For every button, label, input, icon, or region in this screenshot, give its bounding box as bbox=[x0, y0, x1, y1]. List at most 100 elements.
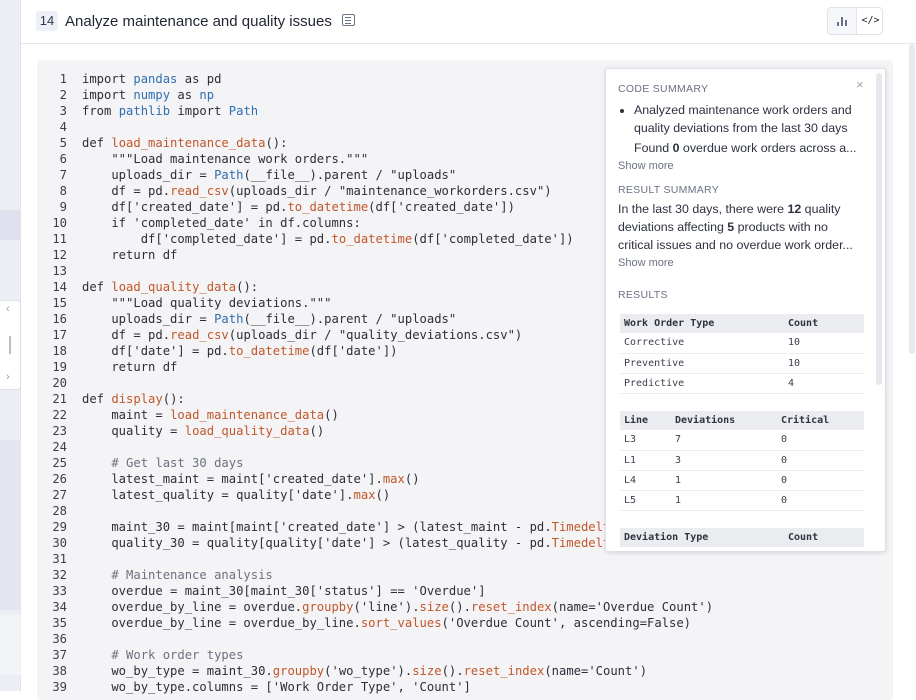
table-cell: L4 bbox=[620, 470, 671, 491]
bar-chart-icon bbox=[837, 16, 847, 26]
list-item: Analyzed maintenance work orders and qua… bbox=[634, 101, 866, 137]
view-toggle[interactable]: </> bbox=[827, 7, 883, 35]
code-summary-list: Analyzed maintenance work orders and qua… bbox=[634, 101, 866, 159]
code-text: if 'completed_date' in df.columns: bbox=[82, 216, 361, 230]
table-cell: Preventive bbox=[620, 353, 784, 374]
close-icon[interactable]: × bbox=[856, 77, 864, 92]
show-more-link[interactable]: Show more bbox=[618, 160, 674, 172]
line-number: 12 bbox=[52, 248, 67, 262]
table-cell: L1 bbox=[620, 450, 671, 471]
code-text: overdue = maint_30[maint_30['status'] ==… bbox=[82, 584, 486, 598]
line-number: 8 bbox=[59, 184, 67, 198]
column-header: Count bbox=[784, 528, 864, 547]
code-text: """Load quality deviations.""" bbox=[82, 296, 332, 310]
line-deviations-table: Line Deviations Critical L3 7 0 L1 3 0 L4 1 0 … bbox=[620, 411, 864, 511]
line-number: 31 bbox=[52, 552, 67, 566]
code-line: 35 overdue_by_line = overdue_by_line.sor… bbox=[37, 615, 713, 631]
sidebar-collapse-handle[interactable]: ‹ › bbox=[0, 300, 21, 390]
code-text: # Maintenance analysis bbox=[82, 568, 273, 582]
table-cell: Predictive bbox=[620, 373, 784, 394]
table-cell: 4 bbox=[784, 373, 864, 394]
chevron-left-icon[interactable]: ‹ bbox=[6, 303, 10, 315]
code-icon: </> bbox=[861, 15, 880, 26]
code-text: df['completed_date'] = pd.to_datetime(df… bbox=[82, 232, 574, 246]
code-text: df['date'] = pd.to_datetime(df['date']) bbox=[82, 344, 398, 358]
code-text: df['created_date'] = pd.to_datetime(df['… bbox=[82, 200, 515, 214]
code-text: maint_30 = maint[maint['created_date'] >… bbox=[82, 520, 618, 534]
column-header: Work Order Type bbox=[620, 314, 784, 333]
line-number: 13 bbox=[52, 264, 67, 278]
line-number: 6 bbox=[59, 152, 67, 166]
drag-handle[interactable] bbox=[9, 336, 11, 354]
table-cell: 0 bbox=[777, 430, 864, 451]
summary-panel: × CODE SUMMARY Analyzed maintenance work… bbox=[605, 68, 886, 552]
step-header: 14 Analyze maintenance and quality issue… bbox=[21, 0, 916, 44]
list-item: Found 0 overdue work orders across a... bbox=[634, 139, 866, 157]
code-text: quality = load_quality_data() bbox=[82, 424, 325, 438]
code-text: quality_30 = quality[quality['date'] > (… bbox=[82, 536, 618, 550]
code-text: def load_maintenance_data(): bbox=[82, 136, 288, 150]
line-number: 9 bbox=[59, 200, 67, 214]
line-number: 29 bbox=[52, 520, 67, 534]
line-number: 3 bbox=[59, 104, 67, 118]
line-number: 19 bbox=[52, 360, 67, 374]
code-text: import numpy as np bbox=[82, 88, 215, 102]
line-number: 23 bbox=[52, 424, 67, 438]
table-cell: 7 bbox=[671, 430, 777, 451]
code-text: wo_by_type = maint_30.groupby('wo_type')… bbox=[82, 664, 648, 678]
code-text: maint = load_maintenance_data() bbox=[82, 408, 339, 422]
line-number: 24 bbox=[52, 440, 67, 454]
summary-scrollbar[interactable] bbox=[876, 73, 882, 385]
step-number-badge: 14 bbox=[36, 11, 58, 31]
table-row: Predictive 4 bbox=[620, 373, 864, 394]
chart-view-button[interactable] bbox=[828, 8, 856, 34]
document-icon[interactable] bbox=[342, 14, 355, 26]
line-number: 34 bbox=[52, 600, 67, 614]
column-header: Line bbox=[620, 411, 671, 430]
table-cell: Corrective bbox=[620, 333, 784, 354]
line-number: 16 bbox=[52, 312, 67, 326]
line-number: 4 bbox=[59, 120, 67, 134]
main-scrollbar[interactable] bbox=[909, 44, 915, 354]
line-number: 25 bbox=[52, 456, 67, 470]
code-text: df = pd.read_csv(uploads_dir / "maintena… bbox=[82, 184, 552, 198]
column-header: Deviation Type bbox=[620, 528, 784, 547]
line-number: 17 bbox=[52, 328, 67, 342]
code-line: 31 bbox=[37, 551, 713, 567]
code-view-button[interactable]: </> bbox=[856, 8, 882, 34]
code-text: def load_quality_data(): bbox=[82, 280, 259, 294]
code-line: 38 wo_by_type = maint_30.groupby('wo_typ… bbox=[37, 663, 713, 679]
code-text: uploads_dir = Path(__file__).parent / "u… bbox=[82, 312, 457, 326]
code-text: return df bbox=[82, 360, 178, 374]
result-summary-text: In the last 30 days, there were 12 quali… bbox=[618, 202, 853, 252]
code-text: import pandas as pd bbox=[82, 72, 222, 86]
line-number: 27 bbox=[52, 488, 67, 502]
line-number: 11 bbox=[52, 232, 67, 246]
line-number: 26 bbox=[52, 472, 67, 486]
table-row: L4 1 0 bbox=[620, 470, 864, 491]
line-number: 20 bbox=[52, 376, 67, 390]
chevron-right-icon[interactable]: › bbox=[6, 371, 10, 383]
code-text: overdue_by_line = overdue.groupby('line'… bbox=[82, 600, 714, 614]
sidebar-band bbox=[0, 615, 21, 675]
table-cell: 1 bbox=[671, 470, 777, 491]
table-row: Preventive 10 bbox=[620, 353, 864, 374]
code-text: # Get last 30 days bbox=[82, 456, 244, 470]
table-row: L5 1 0 bbox=[620, 490, 864, 511]
sidebar-band bbox=[0, 440, 21, 610]
column-header: Deviations bbox=[671, 411, 777, 430]
line-number: 37 bbox=[52, 648, 67, 662]
line-number: 21 bbox=[52, 392, 67, 406]
show-more-link[interactable]: Show more bbox=[618, 257, 674, 269]
table-cell: 0 bbox=[777, 470, 864, 491]
code-text: # Work order types bbox=[82, 648, 244, 662]
table-cell: 1 bbox=[671, 490, 777, 511]
sidebar-band bbox=[0, 210, 21, 240]
line-number: 38 bbox=[52, 664, 67, 678]
table-cell: 0 bbox=[777, 450, 864, 471]
line-number: 39 bbox=[52, 680, 67, 694]
table-cell: 0 bbox=[777, 490, 864, 511]
line-number: 28 bbox=[52, 504, 67, 518]
line-number: 2 bbox=[59, 88, 67, 102]
line-number: 5 bbox=[59, 136, 67, 150]
